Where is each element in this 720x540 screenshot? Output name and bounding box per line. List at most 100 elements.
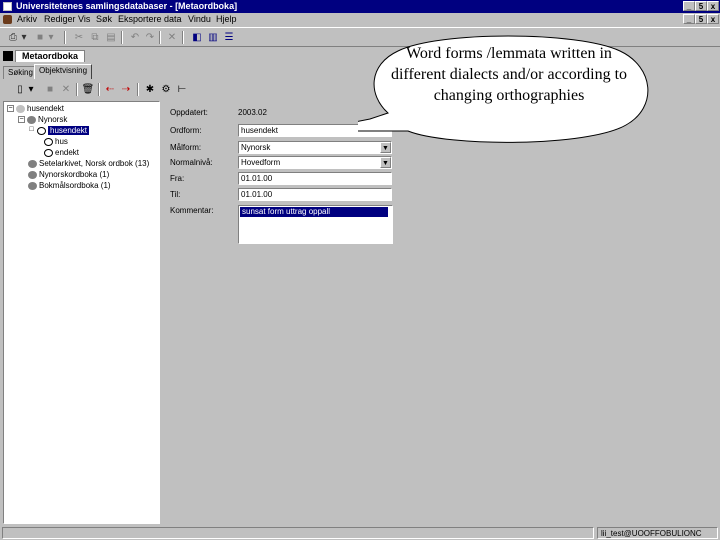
cancel-icon[interactable]: ✕: [59, 83, 73, 96]
close-button[interactable]: x: [707, 1, 719, 11]
tree-node-setelarkivet[interactable]: Setelarkivet, Norsk ordbok (13): [28, 159, 149, 170]
delete-icon[interactable]: ✕: [165, 31, 179, 44]
chevron-down-icon[interactable]: ▾: [27, 83, 35, 96]
move-right-icon[interactable]: ⇢: [119, 83, 133, 96]
tab-soking[interactable]: Søking: [3, 66, 38, 79]
object-tree[interactable]: − husendekt − Nynorsk □ husendekt hus endek…: [3, 101, 160, 524]
menu-arkiv[interactable]: Arkiv: [17, 14, 37, 25]
word-part-icon: [44, 137, 53, 146]
callout-text: Word forms /lemmata written in different…: [390, 45, 628, 104]
collapse-icon[interactable]: −: [7, 105, 14, 113]
tree-node-nynorsk[interactable]: − Nynorsk: [18, 115, 67, 126]
cascade-windows-icon[interactable]: ◧: [190, 31, 204, 44]
to-date-value: 01.01.00: [241, 190, 273, 199]
tile-horizontal-icon[interactable]: ☰: [222, 31, 236, 44]
hierarchy-icon[interactable]: ⊢: [175, 83, 189, 96]
print-icon[interactable]: ⎙: [6, 31, 20, 44]
tree-node-nynorskordboka[interactable]: Nynorskordboka (1): [28, 170, 109, 181]
from-date-value: 01.01.00: [241, 174, 273, 183]
status-pane-main: [2, 527, 594, 539]
tree-node-label: Bokmålsordboka (1): [39, 181, 111, 190]
menu-vis[interactable]: Vis: [78, 14, 90, 25]
dictionary-icon: [28, 181, 37, 190]
tree-node-endekt[interactable]: endekt: [44, 148, 79, 159]
status-bar: lii_test@UOOFFOBULIONC: [0, 526, 720, 540]
language-icon: [27, 115, 36, 124]
tree-node-root[interactable]: − husendekt: [7, 104, 64, 115]
menu-rediger[interactable]: Rediger: [44, 14, 76, 25]
comment-textarea[interactable]: sunsat form uttrag oppall: [238, 205, 393, 244]
toolbar-separator: [76, 83, 78, 96]
mdi-minimize-button[interactable]: _: [683, 14, 695, 24]
norm-level-select[interactable]: Hovedform ▼: [238, 156, 392, 169]
new-object-icon[interactable]: ▯: [13, 83, 27, 96]
to-date-input[interactable]: 01.01.00: [238, 188, 392, 201]
toolbar-separator: [98, 83, 100, 96]
collapse-icon[interactable]: −: [18, 116, 25, 124]
tree-node-label: hus: [55, 137, 68, 146]
speech-callout: Word forms /lemmata written in different…: [358, 33, 660, 146]
tile-vertical-icon[interactable]: ▥: [206, 31, 220, 44]
maximize-button[interactable]: 5: [695, 1, 707, 11]
mdi-maximize-button[interactable]: 5: [695, 14, 707, 24]
tree-node-label: husendekt: [27, 104, 64, 113]
tree-node-hus[interactable]: hus: [44, 137, 68, 148]
title-bar[interactable]: Universitetenes samlingsdatabaser - [Met…: [0, 0, 720, 13]
copy-icon[interactable]: ⧉: [88, 31, 102, 44]
app-icon: [3, 2, 12, 11]
tab-objektvisning[interactable]: Objektvisning: [34, 64, 93, 79]
status-user: lii_test@UOOFFOBULIONC: [597, 527, 718, 539]
settings-icon[interactable]: ⚙: [159, 83, 173, 96]
to-label: Til:: [170, 190, 181, 199]
toolbar-separator: [137, 83, 139, 96]
wordform-label: Ordform:: [170, 126, 202, 135]
language-form-value: Nynorsk: [241, 143, 271, 152]
window-title: Universitetenes samlingsdatabaser - [Met…: [16, 1, 238, 11]
language-form-label: Målform:: [170, 143, 202, 152]
redo-icon[interactable]: ↷: [143, 31, 157, 44]
tree-node-label: husendekt: [48, 126, 89, 135]
menu-eksportere[interactable]: Eksportere data: [118, 14, 182, 25]
toolbar-separator: [159, 31, 161, 44]
chevron-down-icon[interactable]: ▾: [20, 31, 28, 44]
checkbox-icon[interactable]: □: [28, 126, 35, 134]
comment-label: Kommentar:: [170, 206, 214, 215]
menu-hjelp[interactable]: Hjelp: [216, 14, 237, 25]
tree-node-bokmalsordboka[interactable]: Bokmålsordboka (1): [28, 181, 111, 192]
tree-node-label: Setelarkivet, Norsk ordbok (13): [39, 159, 150, 168]
wordform-value: husendekt: [241, 126, 278, 135]
tools-icon[interactable]: ✱: [143, 83, 157, 96]
tree-node-label: endekt: [55, 148, 80, 157]
move-left-icon[interactable]: ⇠: [103, 83, 117, 96]
paste-icon[interactable]: ▤: [104, 31, 118, 44]
tree-node-label: Nynorskordboka (1): [39, 170, 110, 179]
norm-level-label: Normalnivå:: [170, 158, 213, 167]
save-icon[interactable]: ■: [33, 31, 47, 44]
from-date-input[interactable]: 01.01.00: [238, 172, 392, 185]
menu-sok[interactable]: Søk: [96, 14, 112, 25]
document-icon[interactable]: [3, 15, 12, 24]
document-icon: [3, 51, 13, 61]
menu-bar: Arkiv Rediger Vis Søk Eksportere data Vi…: [0, 13, 720, 26]
save-object-icon[interactable]: ■: [43, 83, 57, 96]
tab-metaordboka[interactable]: Metaordboka: [15, 50, 86, 62]
undo-icon[interactable]: ↶: [128, 31, 142, 44]
globe-icon: [16, 104, 25, 113]
word-part-icon: [44, 148, 53, 157]
mdi-close-button[interactable]: x: [707, 14, 719, 24]
dictionary-icon: [28, 170, 37, 179]
archive-icon: [28, 159, 37, 168]
toolbar-separator: [182, 31, 184, 44]
updated-value: 2003.02: [238, 108, 267, 117]
menu-vindu[interactable]: Vindu: [188, 14, 211, 25]
word-icon: [37, 126, 46, 135]
norm-level-value: Hovedform: [241, 158, 281, 167]
chevron-down-icon[interactable]: ▾: [47, 31, 55, 44]
delete-object-icon[interactable]: 🗑: [81, 83, 95, 96]
tree-node-husendekt[interactable]: □ husendekt: [28, 126, 89, 137]
toolbar-separator: [121, 31, 123, 44]
minimize-button[interactable]: _: [683, 1, 695, 11]
comment-value: sunsat form uttrag oppall: [240, 207, 388, 217]
chevron-down-icon[interactable]: ▼: [380, 157, 391, 168]
cut-icon[interactable]: ✂: [72, 31, 86, 44]
